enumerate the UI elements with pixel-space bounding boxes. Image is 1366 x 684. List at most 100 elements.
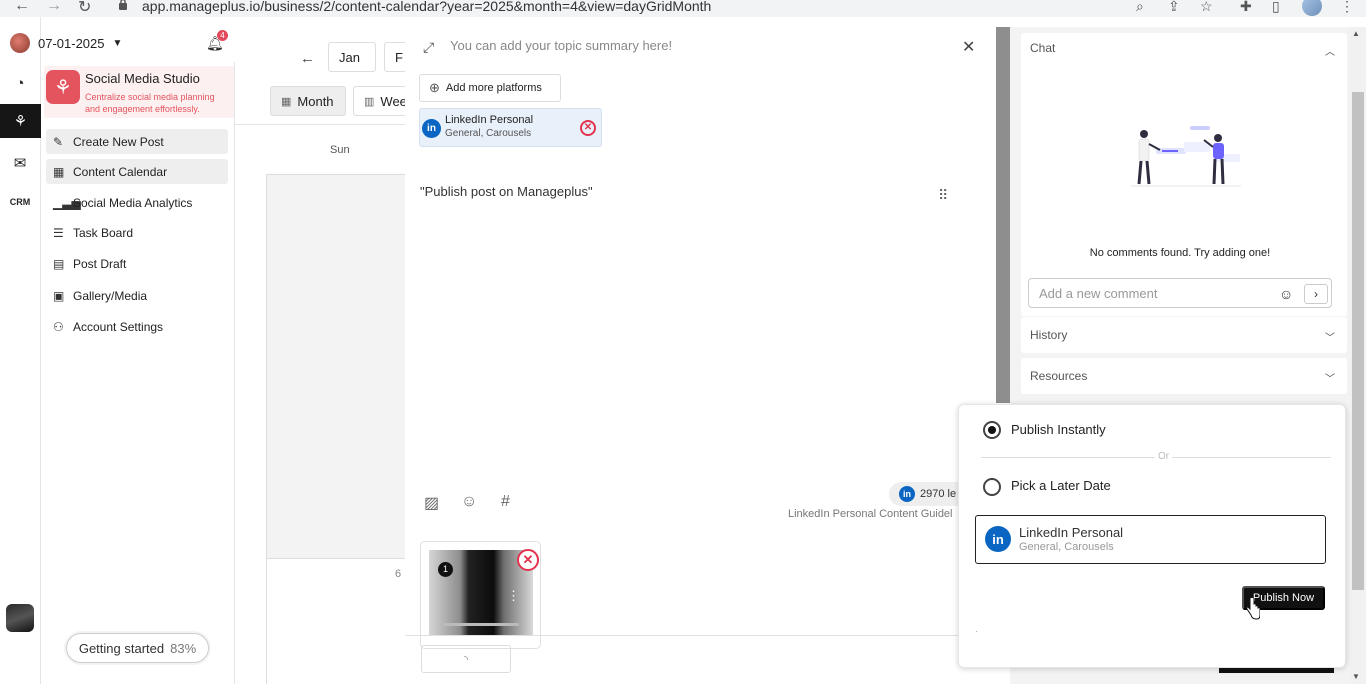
reload-icon[interactable]: ↻ — [78, 0, 91, 17]
or-text: Or — [1155, 451, 1173, 462]
sidebar-item-label: Gallery/Media — [73, 288, 148, 303]
sidebar-item-content-calendar[interactable]: ▦ Content Calendar — [46, 159, 228, 184]
media-progress-bar — [443, 623, 519, 626]
publish-instantly-label[interactable]: Publish Instantly — [1011, 422, 1106, 437]
sidebar-item-social-media-analytics[interactable]: ▁▃▅ Social Media Analytics — [46, 190, 228, 215]
sidebar-item-label: Social Media Analytics — [73, 195, 193, 210]
sidebar-item-create-new-post[interactable]: ✎ Create New Post — [46, 129, 228, 154]
browser-profile-avatar[interactable] — [1302, 0, 1322, 16]
calendar-divider — [235, 124, 405, 125]
social-studio-rail-icon[interactable]: ⚘ — [0, 104, 41, 138]
current-date: 07-01-2025 — [38, 35, 105, 51]
getting-started-label: Getting started — [78, 640, 165, 656]
send-comment-button[interactable]: › — [1304, 284, 1328, 304]
add-more-platforms-button[interactable]: ⊕ Add more platforms — [419, 74, 561, 102]
dashboard-speedometer-icon[interactable]: ◔ — [8, 72, 32, 94]
pick-later-date-label[interactable]: Pick a Later Date — [1011, 478, 1111, 493]
crm-icon[interactable]: CRM — [8, 191, 32, 213]
editor-footer-divider — [405, 635, 996, 636]
topic-summary-input[interactable]: You can add your topic summary here! — [450, 38, 672, 53]
browser-menu-icon[interactable]: ⋮ — [1340, 0, 1354, 15]
sidebar-item-task-board[interactable]: ☰ Task Board — [46, 220, 228, 245]
resources-label: Resources — [1030, 369, 1088, 383]
chevron-down-icon: ▼ — [112, 37, 123, 49]
sidebar-item-gallery-media[interactable]: ▣ Gallery/Media — [46, 283, 228, 308]
content-guidelines-link[interactable]: LinkedIn Personal Content Guidel — [788, 508, 953, 520]
publish-instantly-radio[interactable] — [983, 421, 1001, 439]
scroll-down-icon[interactable]: ▼ — [1352, 672, 1360, 681]
weekday-header: Sun — [330, 144, 350, 156]
publish-account-card[interactable]: in LinkedIn Personal General, Carousels — [975, 515, 1326, 564]
calendar-day-number: 6 — [395, 568, 402, 580]
publish-popover: Publish Instantly Or Pick a Later Date i… — [958, 404, 1346, 668]
zoom-icon[interactable]: ⌕ — [1136, 0, 1144, 15]
prev-month-button[interactable]: Jan — [328, 42, 376, 72]
browser-toolbar: ← → ↻ app.manageplus.io/business/2/conte… — [0, 0, 1366, 17]
expand-icon[interactable]: ⤢ — [423, 39, 434, 56]
remove-platform-icon[interactable]: ✕ — [580, 120, 596, 136]
chevron-up-icon[interactable]: ︿ — [1325, 43, 1335, 58]
date-selector[interactable]: 07-01-2025 ▼ — [10, 33, 122, 53]
hashtag-icon[interactable]: # — [501, 493, 510, 511]
chat-section: Chat ︿ No comments found. Try adding one… — [1021, 33, 1347, 316]
scroll-up-icon[interactable]: ▲ — [1352, 29, 1360, 38]
sidebar: ⚘ Social Media Studio Centralize social … — [41, 62, 235, 684]
character-count-badge: in 2970 le — [889, 482, 969, 506]
sidebar-item-label: Content Calendar — [73, 164, 168, 179]
app-rail: ◔ ⚘ ✉ CRM — [0, 17, 41, 684]
selected-platform-chip[interactable]: in LinkedIn Personal General, Carousels … — [419, 108, 602, 147]
sidebar-item-account-settings[interactable]: ⚇ Account Settings — [46, 314, 228, 339]
content-calendar: ← Jan F ▦ Month ▥ Wee Sun 6 — [235, 17, 414, 684]
scrollbar-thumb[interactable] — [1352, 92, 1364, 590]
loading-button[interactable]: ◝ — [421, 645, 511, 673]
side-panel-icon[interactable]: ▯ — [1272, 0, 1280, 15]
post-content-text[interactable]: "Publish post on Manageplus" — [420, 184, 593, 199]
kebab-menu-icon[interactable]: ⋮ — [507, 588, 520, 604]
media-index-badge: 1 — [438, 562, 453, 577]
chat-title[interactable]: Chat — [1030, 41, 1055, 55]
close-icon[interactable]: ✕ — [962, 37, 975, 57]
divider-dot: · — [975, 627, 978, 636]
bookmark-star-icon[interactable]: ☆ — [1200, 0, 1213, 15]
no-comments-text: No comments found. Try adding one! — [1089, 247, 1271, 259]
chevron-down-icon: ﹀ — [1325, 374, 1335, 385]
drag-handle-icon[interactable]: ⠿ — [938, 187, 948, 204]
sidebar-item-post-draft[interactable]: ▤ Post Draft — [46, 251, 228, 276]
panel-divider — [996, 27, 1010, 403]
getting-started-button[interactable]: Getting started 83% — [66, 633, 209, 663]
forward-arrow-icon[interactable]: → — [46, 0, 62, 15]
task-board-icon: ☰ — [53, 225, 64, 240]
emoji-icon[interactable]: ☺ — [1279, 286, 1293, 302]
email-marketing-icon[interactable]: ✉ — [8, 152, 32, 174]
getting-started-percent: 83% — [170, 640, 197, 656]
next-month-label: F — [395, 49, 403, 65]
extensions-puzzle-icon[interactable]: ✚ — [1240, 0, 1252, 15]
grid-icon: ▦ — [281, 95, 292, 108]
calendar-day-cell[interactable] — [266, 174, 406, 559]
view-week-button[interactable]: ▥ Wee — [353, 86, 413, 116]
platform-name: LinkedIn Personal — [445, 114, 534, 126]
studio-description: Centralize social media planning and eng… — [85, 92, 215, 114]
linkedin-icon: in — [422, 119, 441, 138]
history-accordion[interactable]: History ﹀ — [1021, 317, 1347, 353]
platform-sub: General, Carousels — [445, 128, 532, 139]
view-month-button[interactable]: ▦ Month — [270, 86, 346, 116]
add-platforms-label: Add more platforms — [445, 82, 542, 94]
user-avatar[interactable] — [6, 604, 34, 632]
share-icon[interactable]: ⇪ — [1168, 0, 1180, 15]
empty-comments-illustration-icon — [1131, 126, 1241, 187]
emoji-icon[interactable]: ☺ — [461, 493, 477, 511]
history-label: History — [1030, 328, 1068, 342]
remove-media-icon[interactable]: ✕ — [517, 549, 539, 571]
pick-later-date-radio[interactable] — [983, 478, 1001, 496]
sidebar-item-label: Account Settings — [73, 319, 164, 334]
calendar-day-cell[interactable] — [266, 559, 406, 684]
url-bar[interactable]: app.manageplus.io/business/2/content-cal… — [142, 0, 711, 14]
resources-accordion[interactable]: Resources ﹀ — [1021, 358, 1347, 394]
image-upload-icon[interactable]: ▨ — [424, 493, 439, 513]
previous-arrow-icon[interactable]: ← — [300, 50, 315, 67]
view-month-label: Month — [297, 93, 334, 109]
linkedin-icon: in — [899, 486, 915, 502]
gallery-icon: ▣ — [53, 288, 65, 303]
back-arrow-icon[interactable]: ← — [14, 0, 30, 15]
